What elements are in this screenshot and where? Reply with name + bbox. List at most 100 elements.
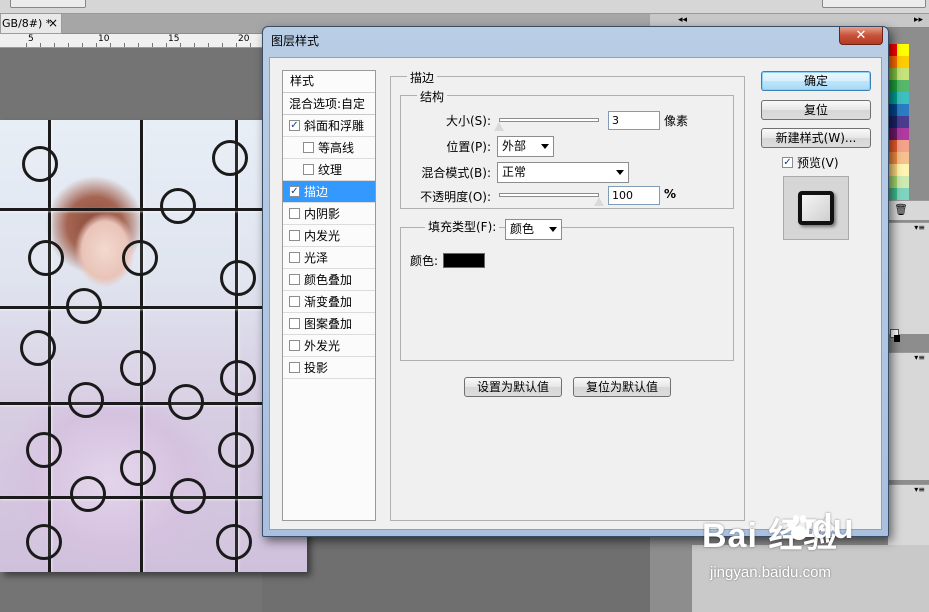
size-unit: 像素 xyxy=(664,114,689,128)
opacity-input[interactable]: 100 xyxy=(608,186,660,205)
position-dropdown[interactable]: 外部 xyxy=(497,136,554,157)
opacity-label: 不透明度(O): xyxy=(420,190,491,204)
style-item-bevel-emboss[interactable]: ✓ 斜面和浮雕 xyxy=(283,115,375,137)
ruler-tick: 10 xyxy=(98,34,110,44)
checkbox-icon[interactable] xyxy=(303,164,314,175)
watermark-du: du xyxy=(812,508,854,546)
style-item-label: 投影 xyxy=(304,361,329,375)
chevron-down-icon xyxy=(616,170,624,175)
checkbox-icon[interactable] xyxy=(289,230,300,241)
opacity-slider-thumb[interactable] xyxy=(593,196,605,207)
panel-menu-icon[interactable]: ▾≡ xyxy=(914,485,925,494)
stroke-group: 描边 结构 大小(S): 3 像素 位置(P): 外部 混合模式(B): 正常 xyxy=(390,69,745,521)
close-button[interactable]: ✕ xyxy=(839,27,883,45)
style-item-label: 光泽 xyxy=(304,251,329,265)
document-tab[interactable]: GB/8#) * × xyxy=(0,14,62,34)
document-tab-label: GB/8#) * xyxy=(2,17,52,30)
style-item-satin[interactable]: 光泽 xyxy=(283,247,375,269)
reset-default-button[interactable]: 复位为默认值 xyxy=(573,377,671,397)
workspace-switcher[interactable] xyxy=(822,0,926,8)
checkbox-icon[interactable] xyxy=(289,208,300,219)
checkbox-icon[interactable] xyxy=(289,340,300,351)
style-item-gradient-overlay[interactable]: 渐变叠加 xyxy=(283,291,375,313)
checkbox-icon[interactable] xyxy=(289,274,300,285)
styles-panel: 🗑 xyxy=(888,200,929,220)
style-preview-thumbnail xyxy=(783,176,849,240)
ruler-tick: 5 xyxy=(28,34,34,44)
style-item-inner-glow[interactable]: 内发光 xyxy=(283,225,375,247)
channels-panel: ▾≡ xyxy=(888,352,929,480)
size-slider-thumb[interactable] xyxy=(493,121,505,132)
watermark-url: jingyan.baidu.com xyxy=(710,564,831,581)
position-label: 位置(P): xyxy=(446,140,491,154)
size-slider[interactable] xyxy=(499,118,599,122)
size-label: 大小(S): xyxy=(445,114,491,128)
fill-group: 填充类型(F): 颜色 颜色: xyxy=(400,218,734,361)
ok-button[interactable]: 确定 xyxy=(761,71,871,91)
blend-mode-label: 混合模式(B): xyxy=(421,166,491,180)
style-item-label: 颜色叠加 xyxy=(304,273,353,287)
panel-menu-icon[interactable]: ▾≡ xyxy=(914,353,925,362)
style-item-label: 内发光 xyxy=(304,229,341,243)
structure-group: 结构 大小(S): 3 像素 位置(P): 外部 混合模式(B): 正常 不透明… xyxy=(400,88,734,209)
reset-button[interactable]: 复位 xyxy=(761,100,871,120)
baidu-paw-icon xyxy=(787,515,812,540)
checkbox-checked-icon[interactable]: ✓ xyxy=(782,157,793,168)
style-item-texture[interactable]: 纹理 xyxy=(283,159,375,181)
styles-list: 样式 混合选项:自定 ✓ 斜面和浮雕 等高线 纹理 ✓ 描边 内阴影 内发光 光泽 … xyxy=(282,70,376,521)
tab-close-icon[interactable]: × xyxy=(48,14,58,33)
expand-panels-icon[interactable]: ▸▸ xyxy=(914,14,923,27)
style-item-label: 内阴影 xyxy=(304,207,341,221)
checkbox-icon[interactable] xyxy=(289,252,300,263)
trash-icon[interactable]: 🗑 xyxy=(894,203,908,216)
style-item-stroke[interactable]: ✓ 描边 xyxy=(283,181,375,203)
checkbox-icon[interactable] xyxy=(289,296,300,307)
style-item-pattern-overlay[interactable]: 图案叠加 xyxy=(283,313,375,335)
opacity-unit: % xyxy=(664,187,677,201)
panel-menu-icon[interactable]: ▾≡ xyxy=(914,223,925,232)
fill-type-label: 填充类型(F): xyxy=(425,218,500,235)
checkbox-icon[interactable] xyxy=(289,362,300,373)
style-item-label: 渐变叠加 xyxy=(304,295,353,309)
fill-type-dropdown[interactable]: 颜色 xyxy=(505,219,562,240)
options-bar-button[interactable] xyxy=(10,0,86,8)
style-item-label: 描边 xyxy=(304,185,329,199)
horizontal-ruler: 5 10 15 20 xyxy=(0,34,262,48)
position-value: 外部 xyxy=(502,139,527,153)
stroke-group-title: 描边 xyxy=(407,69,438,86)
style-item-label: 外发光 xyxy=(304,339,341,353)
make-default-button[interactable]: 设置为默认值 xyxy=(464,377,562,397)
checkbox-icon[interactable] xyxy=(289,318,300,329)
checkbox-checked-icon[interactable]: ✓ xyxy=(289,186,300,197)
size-input[interactable]: 3 xyxy=(608,111,660,130)
app-topbar xyxy=(0,0,929,14)
style-item-label: 纹理 xyxy=(318,163,343,177)
ruler-tick: 20 xyxy=(238,34,250,44)
style-item-contour[interactable]: 等高线 xyxy=(283,137,375,159)
layers-panel: ▾≡ xyxy=(888,222,929,342)
blend-mode-dropdown[interactable]: 正常 xyxy=(497,162,629,183)
new-style-button[interactable]: 新建样式(W)... xyxy=(761,128,871,148)
checkbox-checked-icon[interactable]: ✓ xyxy=(289,120,300,131)
baidu-watermark: Bai 经验 du jingyan.baidu.com xyxy=(702,508,854,581)
style-item-drop-shadow[interactable]: 投影 xyxy=(283,357,375,379)
style-item-color-overlay[interactable]: 颜色叠加 xyxy=(283,269,375,291)
structure-group-title: 结构 xyxy=(417,88,448,105)
stroke-color-swatch[interactable] xyxy=(443,253,485,268)
styles-header[interactable]: 样式 xyxy=(283,71,375,93)
preview-toggle[interactable]: ✓ 预览(V) xyxy=(782,154,839,171)
checkbox-icon[interactable] xyxy=(303,142,314,153)
style-item-label: 图案叠加 xyxy=(304,317,353,331)
swatches-panel-col2[interactable] xyxy=(897,44,909,200)
fill-type-value: 颜色 xyxy=(510,222,535,236)
opacity-slider[interactable] xyxy=(499,193,599,197)
puzzle-photo[interactable] xyxy=(0,120,307,572)
preview-label: 预览(V) xyxy=(797,156,839,170)
chevron-down-icon xyxy=(549,227,557,232)
style-item-outer-glow[interactable]: 外发光 xyxy=(283,335,375,357)
style-item-inner-shadow[interactable]: 内阴影 xyxy=(283,203,375,225)
preview-swatch xyxy=(798,191,834,225)
style-item-label: 等高线 xyxy=(318,141,355,155)
blending-options[interactable]: 混合选项:自定 xyxy=(283,93,375,115)
style-item-label: 斜面和浮雕 xyxy=(304,119,365,133)
